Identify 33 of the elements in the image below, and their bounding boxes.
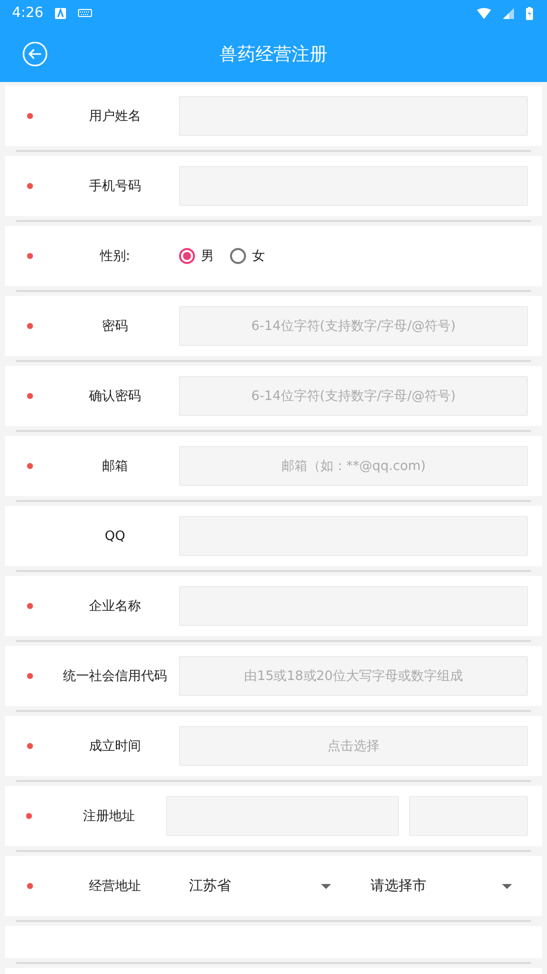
field-label: 密码	[101, 318, 129, 335]
field-label: 企业名称	[88, 598, 142, 615]
field-label: 注册地址	[82, 808, 136, 825]
dropdown-caret-icon	[502, 884, 512, 888]
dropdown[interactable]: 请选择市	[356, 877, 528, 895]
field-label: 确认密码	[88, 388, 142, 405]
keyboard-icon	[78, 9, 92, 17]
field-label: 邮箱	[101, 458, 129, 475]
back-icon[interactable]	[22, 41, 48, 67]
battery-icon	[526, 6, 533, 20]
field-label: 用户姓名	[88, 108, 142, 125]
radio-icon[interactable]	[179, 248, 195, 264]
dropdown-caret-icon	[320, 884, 330, 888]
text-field[interactable]: 由15或18或20位大写字母或数字组成	[179, 656, 528, 696]
radio-icon[interactable]	[230, 248, 246, 264]
field-label: 经营地址	[88, 878, 142, 895]
wifi-icon	[477, 8, 491, 18]
field-label: 成立时间	[88, 738, 142, 755]
signal-icon	[503, 8, 514, 18]
radio-option[interactable]: 男	[179, 247, 214, 265]
dropdown[interactable]: 江苏省	[175, 877, 346, 895]
text-field[interactable]: 点击选择	[179, 726, 528, 766]
status-time: 4:26	[12, 5, 44, 21]
field-label: 手机号码	[88, 178, 142, 195]
notification-icon	[55, 8, 66, 18]
field-label: 统一社会信用代码	[62, 668, 168, 685]
text-field[interactable]: 6-14位字符(支持数字/字母/@符号)	[179, 376, 528, 416]
page-title: 兽药经营注册	[220, 43, 328, 66]
field-label: QQ	[104, 528, 126, 544]
radio-option[interactable]: 女	[230, 247, 265, 265]
field-label: 性别:	[98, 248, 132, 265]
text-field[interactable]: 6-14位字符(支持数字/字母/@符号)	[179, 306, 528, 346]
text-field[interactable]: 邮箱（如：**@qq.com)	[179, 446, 528, 486]
